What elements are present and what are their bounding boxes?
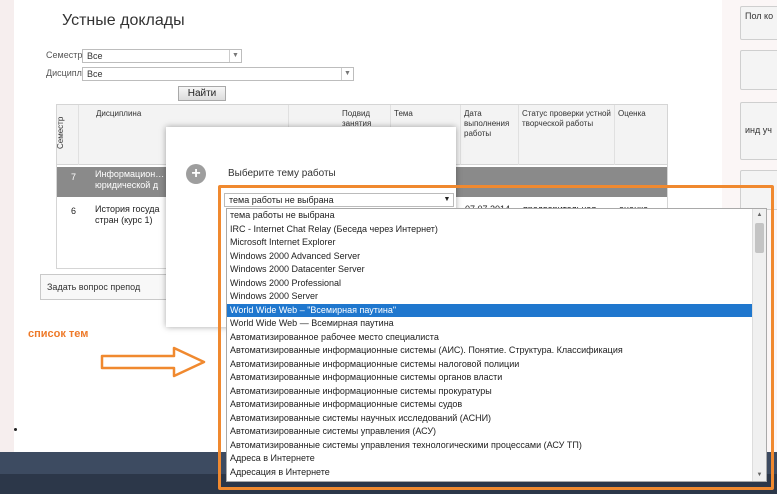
row-semester: 7 bbox=[71, 172, 77, 182]
column-header-discipline-label: Дисциплина bbox=[96, 109, 142, 118]
semester-select[interactable]: Все ▼ bbox=[82, 49, 242, 63]
search-button[interactable]: Найти bbox=[178, 86, 226, 101]
row-semester: 6 bbox=[71, 206, 77, 216]
column-header-status[interactable]: Статус проверки устной творческой работы bbox=[519, 105, 615, 165]
column-header-grade[interactable]: Оценка bbox=[615, 105, 667, 165]
discipline-select-value: Все bbox=[87, 69, 103, 79]
side-button-2[interactable] bbox=[740, 50, 777, 90]
annotation-highlight-frame bbox=[218, 185, 774, 490]
chevron-down-icon: ▼ bbox=[341, 68, 353, 80]
plus-icon[interactable]: + bbox=[186, 164, 206, 184]
side-button-3[interactable]: инд уч bbox=[740, 102, 777, 160]
annotation-label: список тем bbox=[28, 328, 89, 340]
page-margin bbox=[0, 0, 14, 494]
row-discipline[interactable]: История госуда стран (курс 1) bbox=[95, 204, 175, 226]
semester-filter-label: Семестр bbox=[46, 50, 83, 60]
semester-select-value: Все bbox=[87, 51, 103, 61]
page-title: Устные доклады bbox=[62, 12, 185, 29]
chevron-down-icon: ▼ bbox=[229, 50, 241, 62]
discipline-select[interactable]: Все ▼ bbox=[82, 67, 354, 81]
column-header-semester-label: Семестр bbox=[56, 116, 65, 149]
side-button-1[interactable]: Пол ко bbox=[740, 6, 777, 40]
column-header-semester[interactable]: Семестр bbox=[56, 105, 79, 165]
annotation-arrow-icon bbox=[100, 346, 206, 378]
dialog-prompt: Выберите тему работы bbox=[228, 168, 336, 179]
column-header-date[interactable]: Дата выполнения работы bbox=[461, 105, 519, 165]
row-discipline: Информацион… юридической д bbox=[95, 169, 165, 190]
bullet-dot bbox=[14, 428, 17, 431]
